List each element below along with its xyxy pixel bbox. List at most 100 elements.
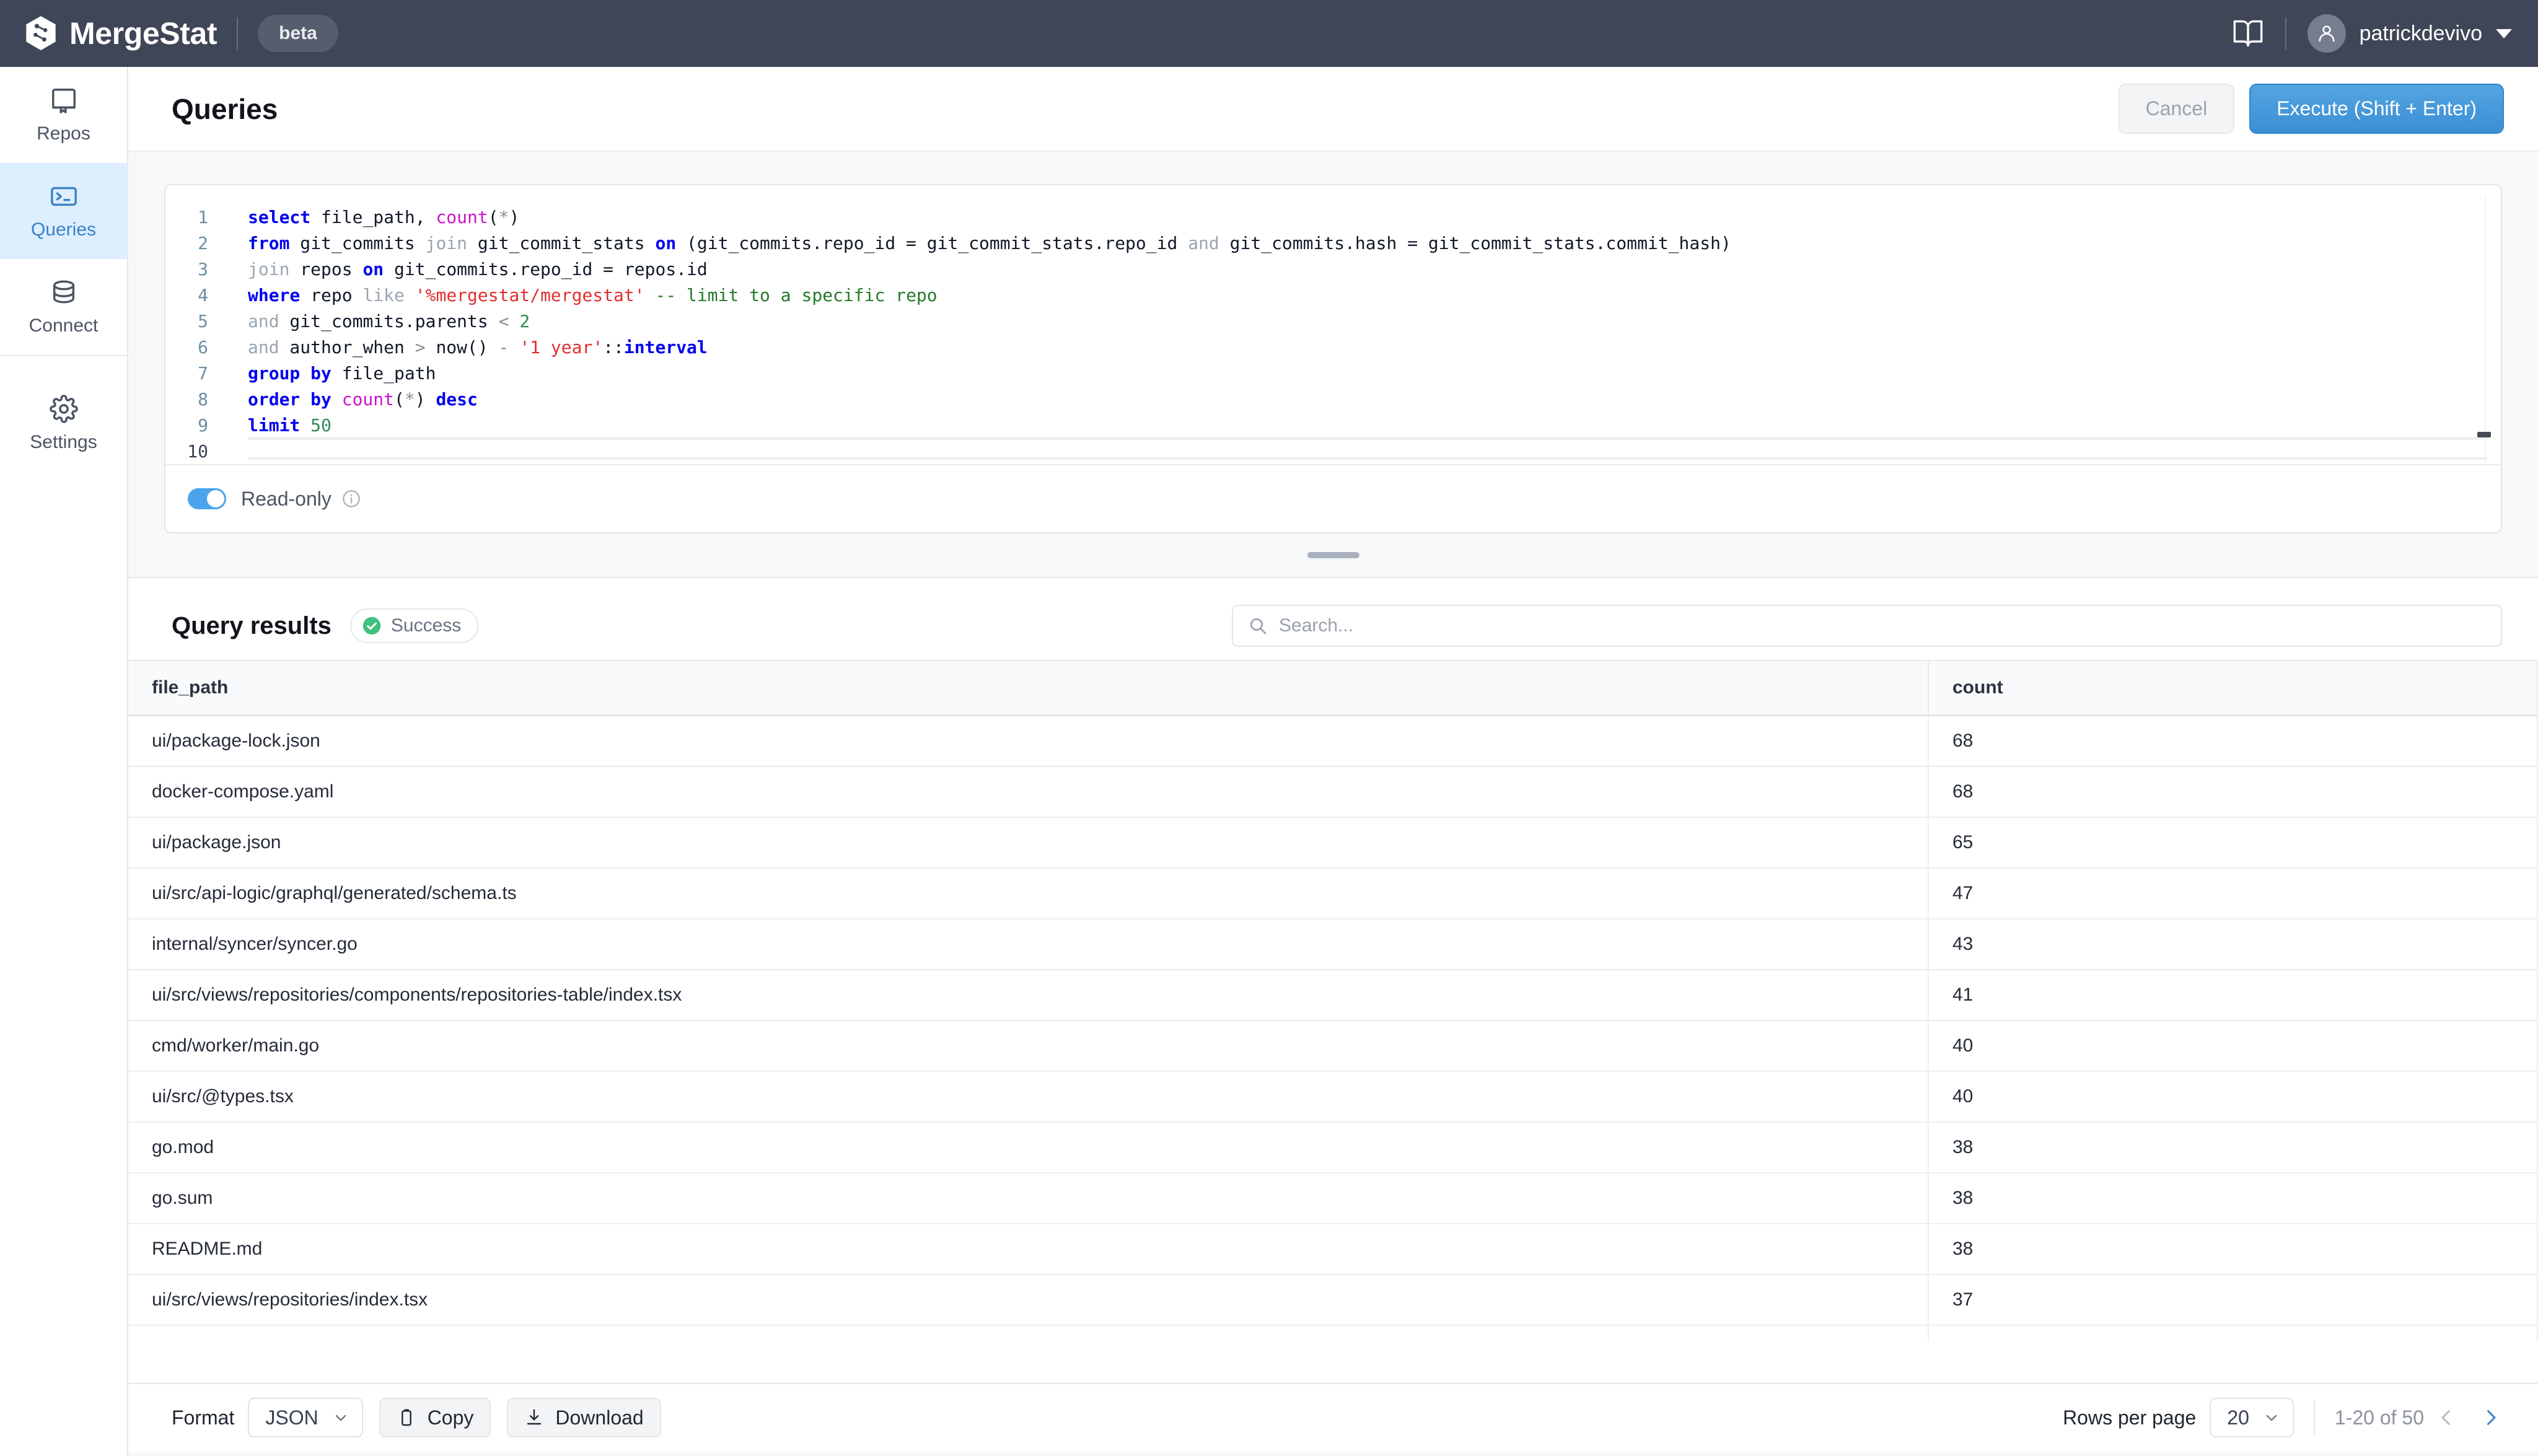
chevron-left-icon[interactable]: [2424, 1406, 2469, 1429]
cancel-button[interactable]: Cancel: [2119, 84, 2235, 134]
sidebar-item-label: Settings: [30, 432, 97, 453]
info-icon[interactable]: [341, 489, 361, 509]
table-row[interactable]: ui/src/@types.tsx40: [128, 1071, 2537, 1122]
table-row[interactable]: ui/src/utils/constants.ts34: [128, 1325, 2537, 1343]
page-header: Queries Cancel Execute (Shift + Enter): [128, 67, 2538, 152]
cell-file-path: go.sum: [128, 1173, 1928, 1224]
line-number: 8: [165, 389, 224, 410]
sidebar-item-settings[interactable]: Settings: [0, 375, 127, 471]
page-title: Queries: [172, 92, 278, 126]
mergestat-logo-icon: [25, 16, 57, 51]
cell-count: 43: [1928, 919, 2537, 970]
sidebar-item-connect[interactable]: Connect: [0, 259, 127, 355]
search-icon: [1248, 616, 1268, 636]
sidebar-item-label: Queries: [31, 219, 96, 240]
copy-button[interactable]: Copy: [379, 1398, 491, 1437]
cell-file-path: ui/src/views/repositories/components/rep…: [128, 970, 1928, 1020]
panel-splitter[interactable]: [128, 533, 2538, 577]
code-text: from git_commits join git_commit_stats o…: [224, 233, 1731, 253]
brand[interactable]: MergeStat: [0, 15, 217, 51]
table-row[interactable]: ui/src/views/repositories/components/rep…: [128, 970, 2537, 1020]
cell-count: 68: [1928, 716, 2537, 766]
editor-scrollbar-track[interactable]: [2485, 196, 2486, 463]
cell-count: 41: [1928, 970, 2537, 1020]
chevron-right-icon[interactable]: [2469, 1406, 2513, 1429]
terminal-icon: [50, 182, 78, 211]
code-text: and author_when > now() - '1 year'::inte…: [224, 337, 708, 357]
code-text: join repos on git_commits.repo_id = repo…: [224, 259, 708, 279]
sidebar: Repos Queries Connect Set: [0, 67, 128, 1456]
rows-per-page-value: 20: [2227, 1406, 2249, 1429]
table-row[interactable]: ui/src/views/repositories/index.tsx37: [128, 1274, 2537, 1325]
cell-count: 37: [1928, 1274, 2537, 1325]
page-content: Queries Cancel Execute (Shift + Enter) 1…: [128, 67, 2538, 1456]
code-text: limit 50: [224, 415, 332, 436]
line-number: 7: [165, 363, 224, 384]
editor-footer: Read-only: [165, 464, 2501, 532]
execute-button[interactable]: Execute (Shift + Enter): [2249, 84, 2504, 134]
download-button[interactable]: Download: [507, 1398, 661, 1437]
search-placeholder: Search...: [1279, 615, 1353, 636]
cell-count: 47: [1928, 868, 2537, 919]
brand-divider: [237, 17, 238, 50]
cell-file-path: ui/package-lock.json: [128, 716, 1928, 766]
code-line: 8order by count(*) desc: [165, 386, 2501, 412]
table-row[interactable]: go.sum38: [128, 1173, 2537, 1224]
line-number: 5: [165, 311, 224, 331]
column-header-count[interactable]: count: [1928, 660, 2537, 716]
sidebar-item-label: Connect: [29, 315, 99, 336]
table-row[interactable]: README.md38: [128, 1224, 2537, 1274]
gear-icon: [50, 395, 78, 423]
sql-editor[interactable]: 1select file_path, count(*) 2from git_com…: [165, 185, 2501, 464]
table-row[interactable]: ui/src/api-logic/graphql/generated/schem…: [128, 868, 2537, 919]
code-line: 1select file_path, count(*): [165, 204, 2501, 230]
column-header-file-path[interactable]: file_path: [128, 660, 1928, 716]
splitter-handle[interactable]: [1307, 552, 1359, 558]
table-row[interactable]: cmd/worker/main.go40: [128, 1020, 2537, 1071]
readonly-toggle[interactable]: [188, 488, 226, 509]
code-lines[interactable]: 1select file_path, count(*) 2from git_com…: [165, 204, 2501, 464]
line-number: 2: [165, 233, 224, 253]
table-row[interactable]: go.mod38: [128, 1122, 2537, 1173]
book-icon[interactable]: [2232, 17, 2264, 50]
table-body: ui/package-lock.json68docker-compose.yam…: [128, 716, 2537, 1343]
pagination: Rows per page 20 1-20 of 50: [2063, 1398, 2513, 1437]
top-bar-right: patrickdevivo: [2232, 14, 2538, 53]
repos-icon: [50, 86, 78, 115]
results-table-viewport[interactable]: file_path count ui/package-lock.json68do…: [128, 660, 2538, 1342]
cell-file-path: README.md: [128, 1224, 1928, 1274]
chevron-down-icon: [2496, 29, 2512, 38]
readonly-label: Read-only: [241, 488, 332, 511]
sidebar-item-repos[interactable]: Repos: [0, 67, 127, 163]
download-icon: [524, 1408, 544, 1427]
results-header: Query results Success Search...: [128, 592, 2538, 660]
code-line: 9limit 50: [165, 412, 2501, 438]
cell-file-path: ui/src/utils/constants.ts: [128, 1325, 1928, 1343]
code-line: 7group by file_path: [165, 360, 2501, 386]
format-select[interactable]: JSON: [248, 1398, 362, 1437]
copy-button-label: Copy: [428, 1406, 474, 1429]
line-number: 3: [165, 259, 224, 279]
code-line: 5and git_commits.parents < 2: [165, 308, 2501, 334]
editor-scrollbar-thumb[interactable]: [2477, 432, 2491, 437]
results-table: file_path count ui/package-lock.json68do…: [128, 660, 2538, 1342]
code-line: 4where repo like '%mergestat/mergestat' …: [165, 282, 2501, 308]
table-row[interactable]: ui/package.json65: [128, 817, 2537, 868]
line-number: 1: [165, 207, 224, 227]
cell-count: 38: [1928, 1224, 2537, 1274]
sql-editor-card: 1select file_path, count(*) 2from git_com…: [164, 184, 2502, 533]
rows-per-page-select[interactable]: 20: [2210, 1398, 2294, 1437]
code-line: 6and author_when > now() - '1 year'::int…: [165, 334, 2501, 360]
table-row[interactable]: internal/syncer/syncer.go43: [128, 919, 2537, 970]
table-row[interactable]: docker-compose.yaml68: [128, 766, 2537, 817]
user-menu[interactable]: patrickdevivo: [2307, 14, 2512, 53]
cell-count: 38: [1928, 1122, 2537, 1173]
search-input[interactable]: Search...: [1232, 605, 2502, 647]
cell-file-path: go.mod: [128, 1122, 1928, 1173]
sidebar-item-queries[interactable]: Queries: [0, 163, 127, 259]
chevron-down-icon: [332, 1409, 349, 1426]
cell-file-path: cmd/worker/main.go: [128, 1020, 1928, 1071]
table-row[interactable]: ui/package-lock.json68: [128, 716, 2537, 766]
active-line-highlight: [248, 437, 2487, 460]
cell-file-path: ui/src/views/repositories/index.tsx: [128, 1274, 1928, 1325]
